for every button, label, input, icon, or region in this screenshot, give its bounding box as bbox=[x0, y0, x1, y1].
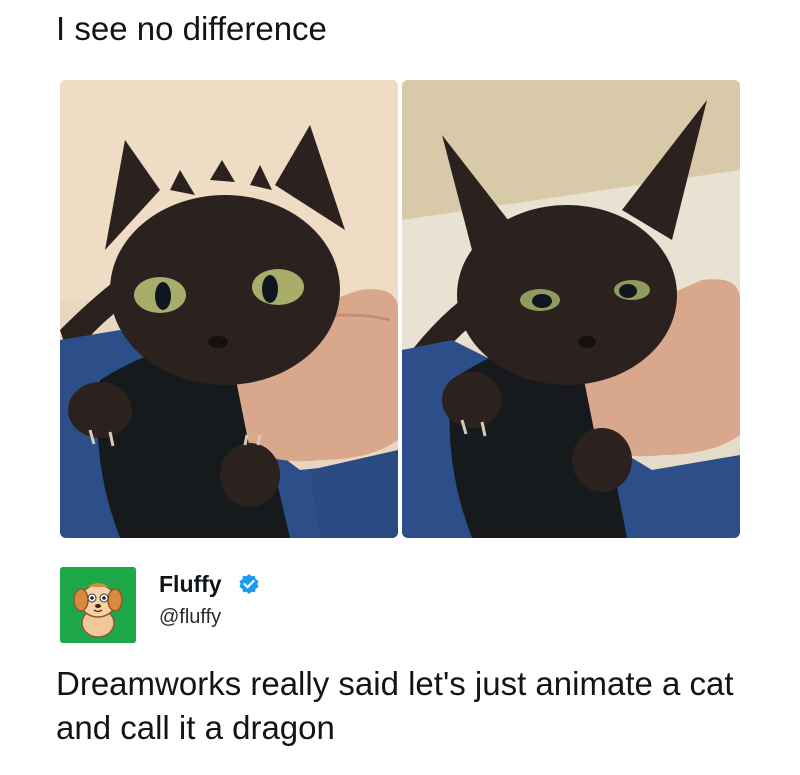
cat-image bbox=[402, 80, 740, 538]
author-name[interactable]: Fluffy bbox=[159, 569, 222, 599]
dragon-cat-image bbox=[60, 80, 398, 538]
post-text: Dreamworks really said let's just animat… bbox=[56, 665, 734, 746]
top-caption: I see no difference bbox=[56, 10, 327, 47]
verified-badge-icon bbox=[238, 573, 260, 595]
author-handle[interactable]: @fluffy bbox=[159, 603, 221, 631]
cartoon-dog-avatar-icon[interactable] bbox=[60, 567, 136, 643]
